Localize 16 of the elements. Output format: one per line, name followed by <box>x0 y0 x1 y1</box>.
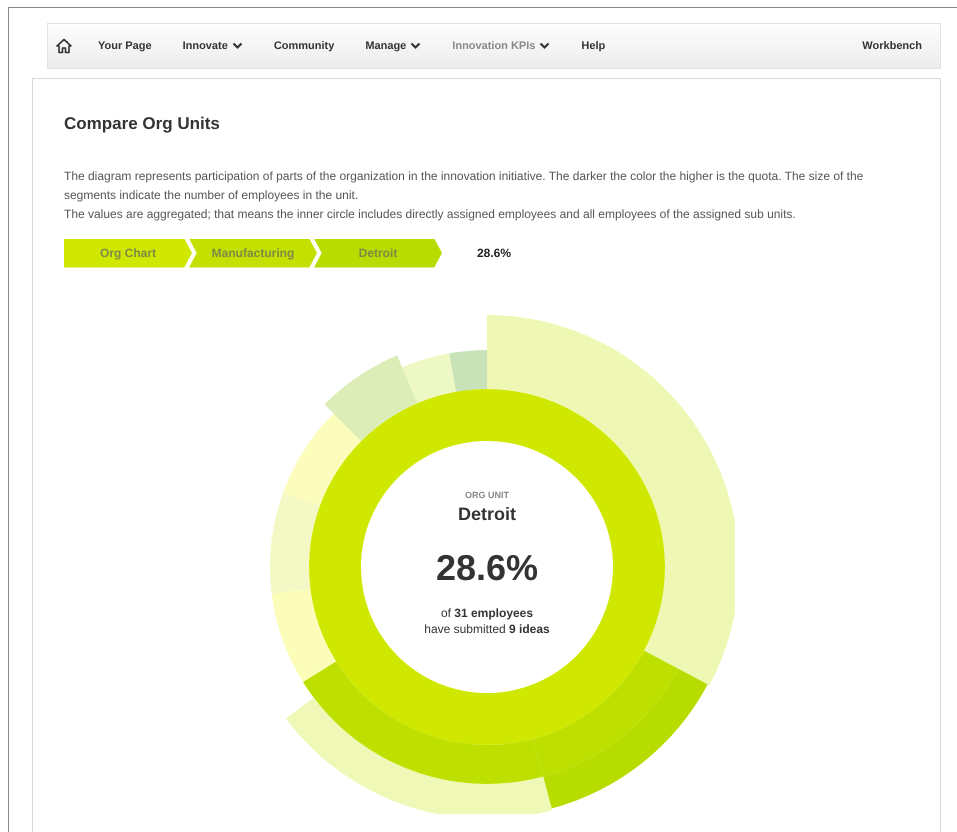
org-unit-name: Detroit <box>458 502 516 524</box>
nav-item[interactable]: Innovate <box>182 38 243 54</box>
org-unit-caption: ORG UNIT <box>465 489 509 502</box>
page-title: Compare Org Units <box>64 113 221 135</box>
summary-text: of 31 employees <box>440 604 534 620</box>
summary-text: have submitted 9 ideas <box>424 620 550 636</box>
description-text: The values are aggregated; that means the inner circle includes directly assigned employees and all employees of the assigned sub units. <box>64 206 797 222</box>
nav-item[interactable]: Help <box>581 38 606 54</box>
home-icon[interactable] <box>56 38 72 54</box>
participation-value: 28.6% <box>436 546 538 590</box>
breadcrumb-value: 28.6% <box>477 245 512 262</box>
nav-item[interactable]: Community <box>274 38 334 54</box>
nav-item[interactable]: Manage <box>365 38 422 54</box>
nav-item[interactable]: Workbench <box>862 38 922 54</box>
nav-item[interactable]: Your Page <box>98 38 152 54</box>
description-text: The diagram represents participation of parts of the organization in the innovation initiative. The darker the color the higher is the quota. The size of the segments indicate the number of employees in the unit. <box>64 168 864 204</box>
